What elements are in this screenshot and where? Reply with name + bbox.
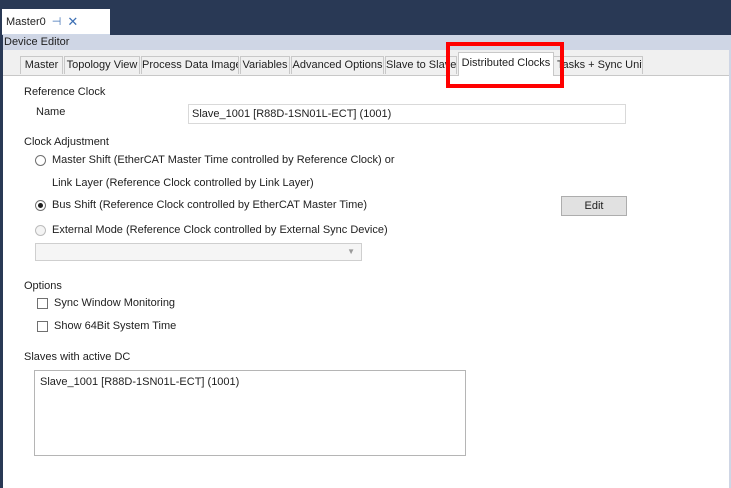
list-item[interactable]: Slave_1001 [R88D-1SN01L-ECT] (1001)	[40, 376, 460, 388]
bus-shift-radio[interactable]	[35, 200, 46, 211]
show-64bit-label: Show 64Bit System Time	[54, 320, 177, 332]
sync-window-checkbox[interactable]	[37, 298, 48, 309]
edit-button[interactable]: Edit	[561, 196, 627, 216]
link-layer-label: Link Layer (Reference Clock controlled b…	[52, 177, 314, 189]
reference-clock-heading: Reference Clock	[24, 86, 106, 98]
external-sync-select[interactable]: ▼	[35, 243, 362, 261]
bus-shift-label: Bus Shift (Reference Clock controlled by…	[52, 199, 368, 211]
tab-baseline	[3, 75, 729, 76]
clock-adjustment-heading: Clock Adjustment	[24, 136, 109, 148]
external-mode-radio[interactable]	[35, 225, 46, 236]
tab-advanced-options[interactable]: Advanced Options	[291, 56, 384, 74]
sync-window-label: Sync Window Monitoring	[54, 297, 176, 309]
tab-topology-view[interactable]: Topology View	[64, 56, 140, 74]
master-shift-label: Master Shift (EtherCAT Master Time contr…	[52, 154, 395, 166]
device-editor-header: Device Editor	[2, 35, 731, 50]
tab-process-data-image[interactable]: Process Data Image	[141, 56, 239, 74]
document-tab-master0[interactable]: Master0 ⊣ ✕	[2, 9, 110, 35]
tab-master[interactable]: Master	[20, 56, 63, 74]
options-heading: Options	[24, 280, 62, 292]
tab-variables[interactable]: Variables	[240, 56, 290, 74]
left-border	[0, 35, 3, 488]
external-mode-label: External Mode (Reference Clock controlle…	[52, 224, 388, 236]
pin-icon[interactable]: ⊣	[52, 15, 62, 28]
reference-clock-name-field[interactable]: Slave_1001 [R88D-1SN01L-ECT] (1001)	[188, 104, 626, 124]
close-icon[interactable]: ✕	[67, 14, 78, 30]
show-64bit-checkbox[interactable]	[37, 321, 48, 332]
master-shift-radio[interactable]	[35, 155, 46, 166]
highlight-box	[446, 42, 564, 88]
active-dc-slaves-list[interactable]: Slave_1001 [R88D-1SN01L-ECT] (1001)	[34, 370, 466, 456]
chevron-down-icon: ▼	[347, 247, 355, 256]
name-label: Name	[36, 106, 66, 118]
slaves-heading: Slaves with active DC	[24, 351, 131, 363]
document-tab-title: Master0	[6, 15, 46, 28]
